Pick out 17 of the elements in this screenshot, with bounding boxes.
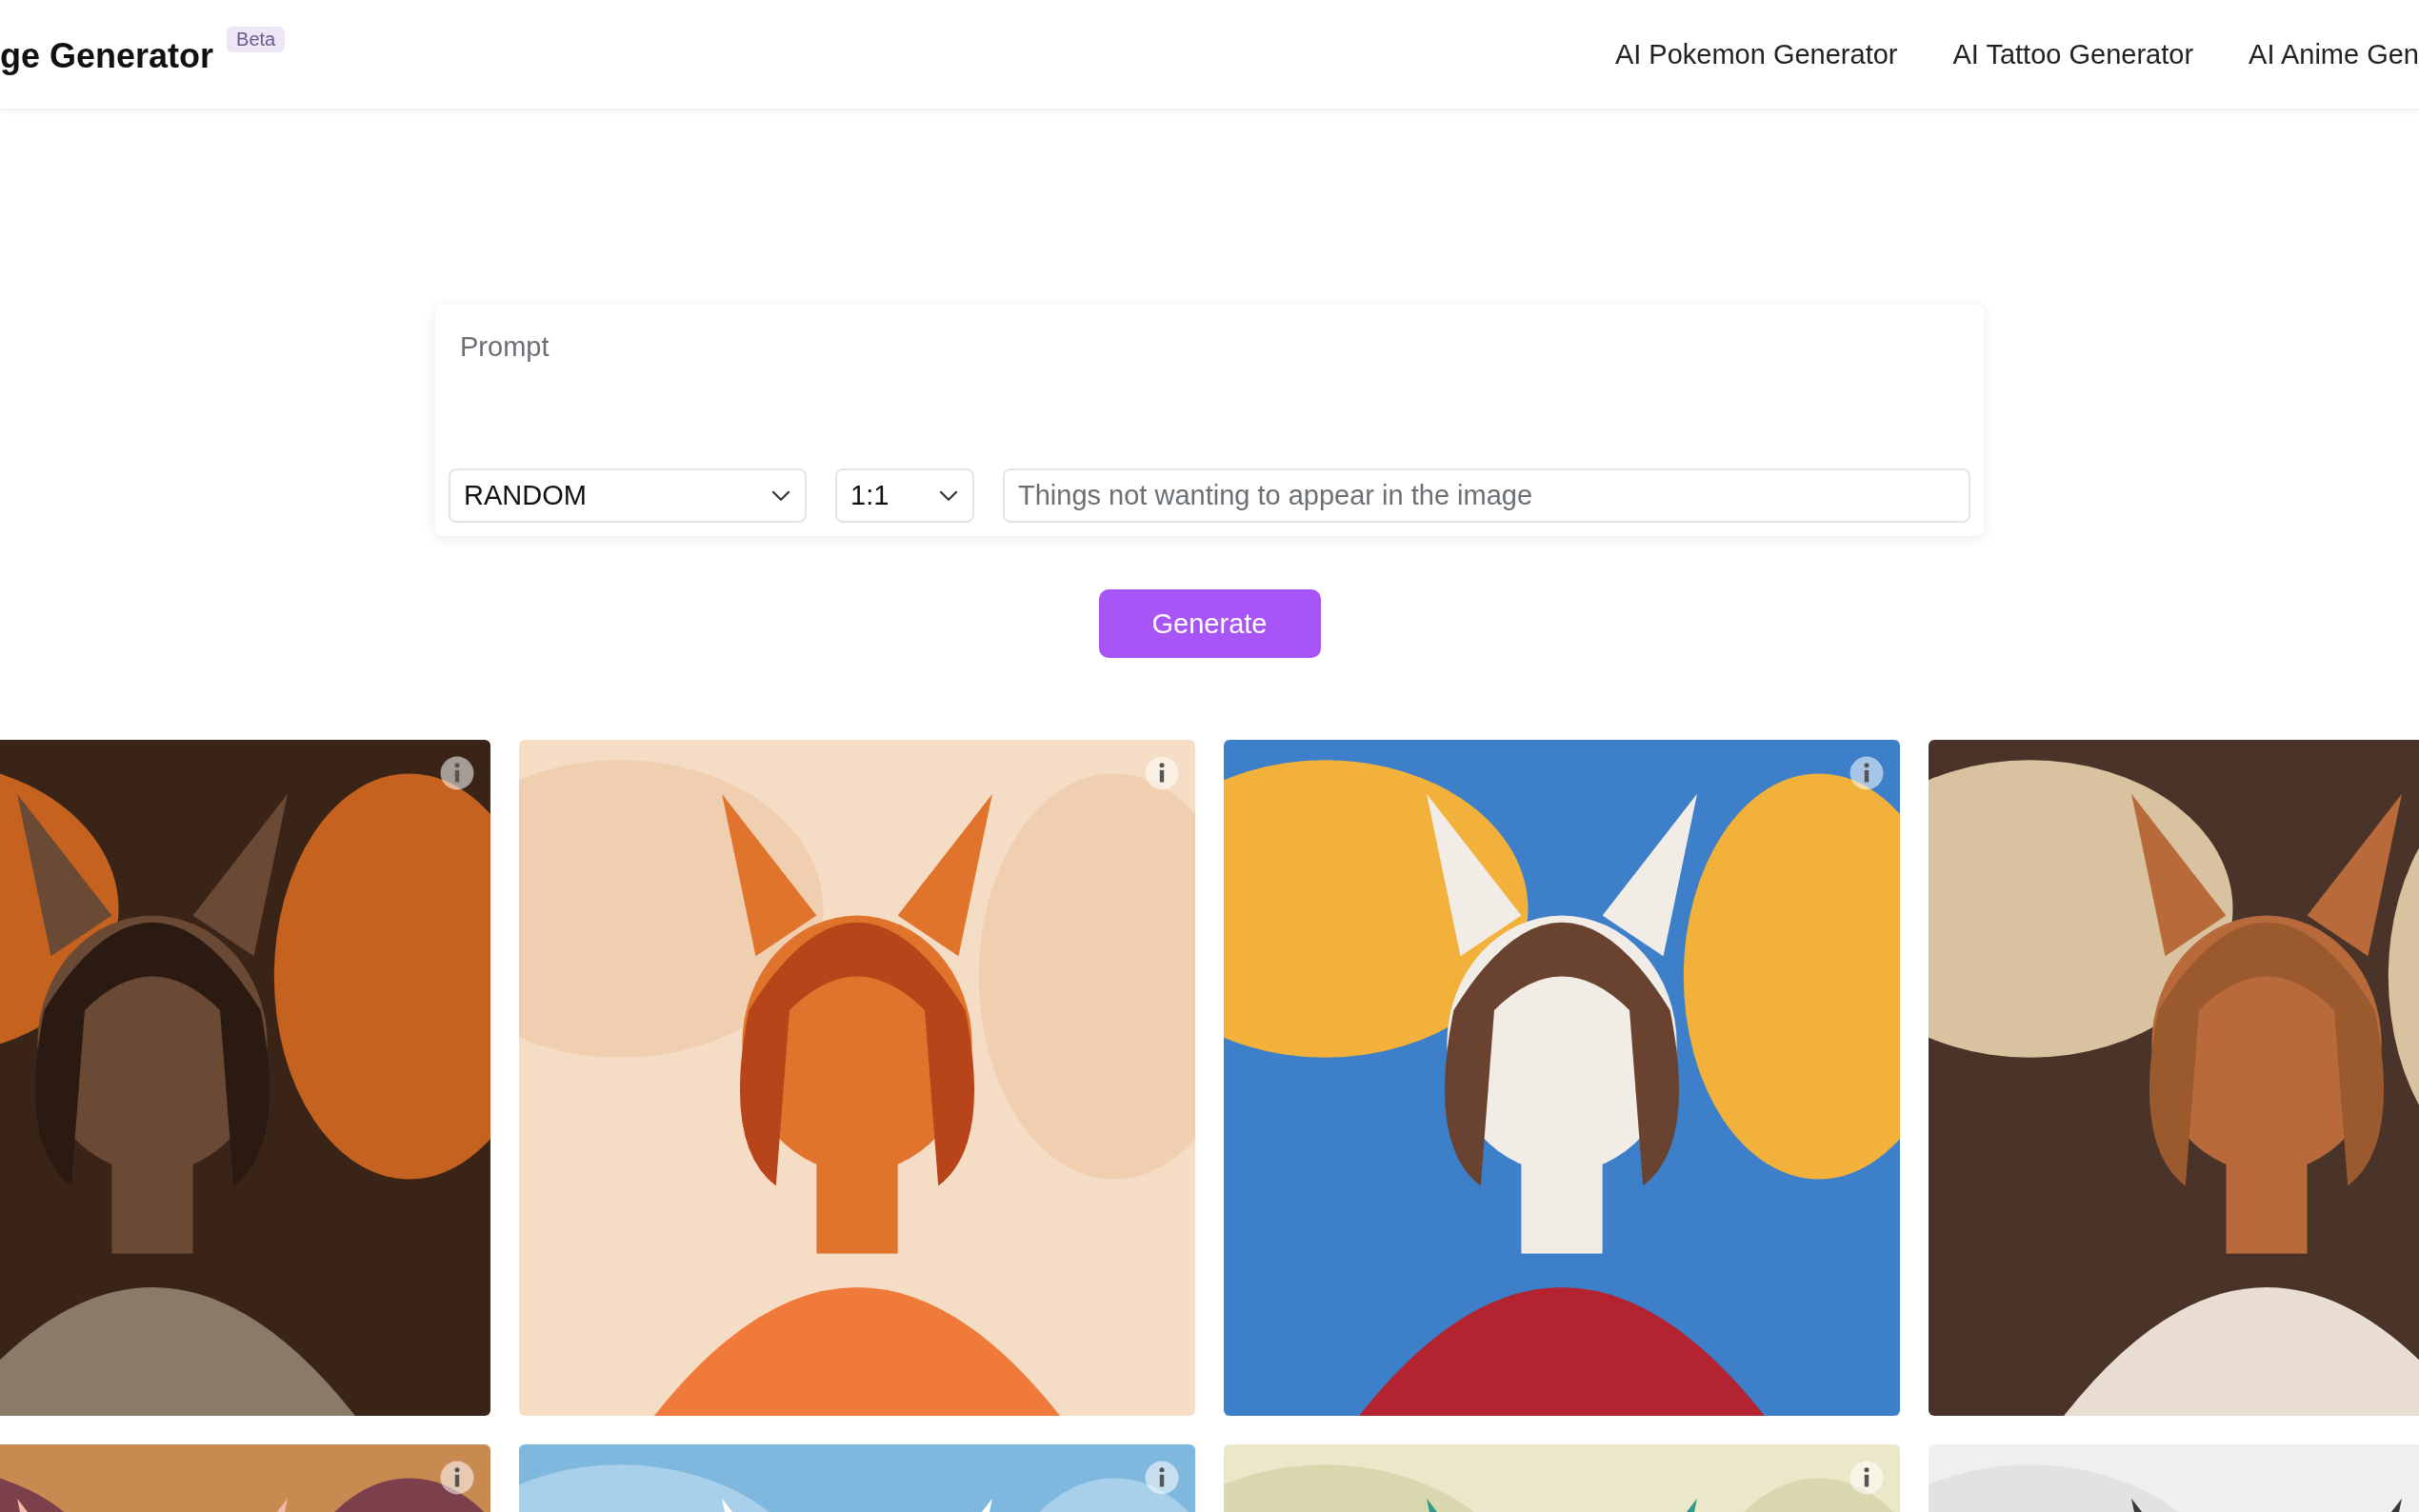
- negative-prompt-field[interactable]: Things not wanting to appear in the image: [1003, 468, 1970, 523]
- info-icon[interactable]: [1144, 1460, 1180, 1496]
- info-icon[interactable]: [1849, 755, 1885, 791]
- info-icon[interactable]: [439, 755, 475, 791]
- generate-button[interactable]: Generate: [1098, 589, 1321, 658]
- ratio-select[interactable]: 1:1: [835, 468, 974, 523]
- chevron-icon: [770, 489, 791, 502]
- info-icon[interactable]: [1849, 1460, 1885, 1496]
- style-select[interactable]: RANDOM: [449, 468, 807, 523]
- site-title[interactable]: ge Generator: [0, 36, 214, 76]
- info-icon[interactable]: [439, 1460, 475, 1496]
- nav-link[interactable]: AI Anime Gen: [2249, 38, 2419, 70]
- chevron-icon: [938, 489, 959, 502]
- nav-link[interactable]: AI Tattoo Generator: [1952, 38, 2194, 70]
- nav-link[interactable]: AI Pokemon Generator: [1614, 38, 1898, 70]
- info-icon[interactable]: [1144, 755, 1180, 791]
- beta-badge: Beta: [227, 27, 286, 52]
